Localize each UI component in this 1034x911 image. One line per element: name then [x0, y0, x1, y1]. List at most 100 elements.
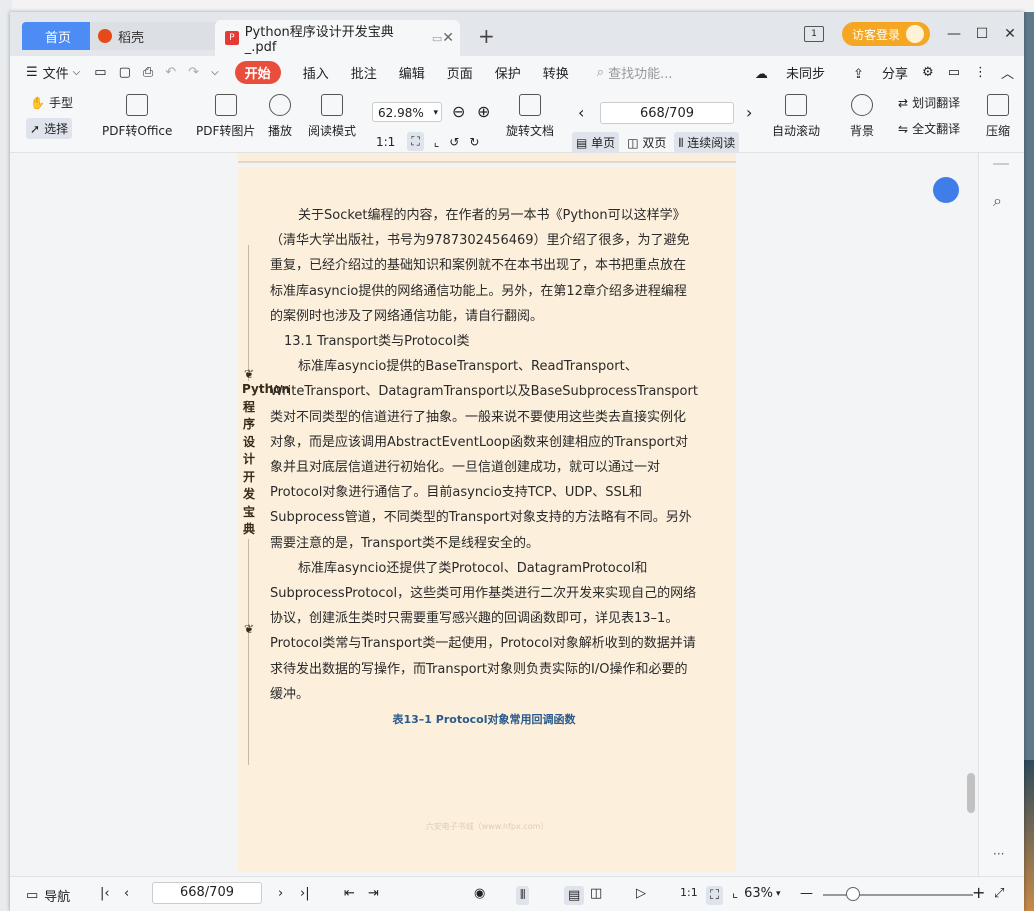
vertical-scrollbar[interactable] [965, 153, 977, 876]
double-page-label: 双页 [642, 136, 667, 150]
maximize-button[interactable]: ☐ [968, 26, 996, 42]
chevron-down-icon: ⌵ [72, 66, 81, 78]
more-icon[interactable]: ⌵ [211, 67, 219, 78]
view-tools: 1:1 ⛶ ⌞ ↺ ↻ [376, 132, 479, 151]
new-tab-button[interactable]: + [478, 24, 495, 48]
prev-page-icon[interactable]: ‹ [124, 886, 129, 901]
page-number-input[interactable]: 668/709 [600, 102, 734, 124]
scrollbar-thumb[interactable] [967, 773, 975, 813]
pdf-to-office-button[interactable]: PDF转Office [102, 94, 172, 139]
select-label: 选择 [44, 122, 69, 136]
continuous-read-button[interactable]: ⫴ 连续阅读 [674, 132, 740, 153]
minimize-button[interactable]: — [940, 26, 968, 42]
zoom-level[interactable]: ⌞ 63% ▾ [732, 886, 781, 901]
rotate-right-icon[interactable]: ↻ [469, 135, 479, 149]
actual-size-icon[interactable]: 1:1 [680, 886, 698, 899]
fit-width-icon[interactable]: ⌞ [434, 135, 440, 149]
forward-icon[interactable]: ⇥ [368, 886, 379, 901]
navigation-button[interactable]: ▭ 导航 [26, 886, 70, 905]
fit-page-icon[interactable]: ⛶ [706, 886, 724, 905]
fullscreen-icon[interactable]: ⤢ [994, 886, 1004, 901]
file-menu-label: 文件 [42, 66, 69, 82]
zoom-level-value: 63% [744, 886, 773, 901]
single-view-icon[interactable]: ▤ [564, 886, 585, 905]
undo-icon[interactable]: ↶ [165, 65, 176, 80]
rotate-left-icon[interactable]: ↺ [449, 135, 459, 149]
tab-pin-icon[interactable]: ▭ [432, 32, 442, 45]
menu-insert[interactable]: 插入 [303, 63, 329, 82]
prev-page-icon[interactable]: ‹ [578, 103, 584, 122]
play-icon[interactable]: ▷ [636, 886, 646, 901]
search-function[interactable]: ⌕ 查找功能... [597, 63, 673, 82]
share-label: 分享 [882, 66, 909, 82]
tab-home[interactable]: 首页 [22, 22, 94, 50]
double-view-icon[interactable]: ◫ [590, 886, 602, 901]
single-page-icon: ▤ [576, 136, 588, 150]
background-button[interactable]: 背景 [850, 94, 874, 139]
rotate-document-button[interactable]: 旋转文档 [506, 94, 554, 139]
menu-convert[interactable]: 转换 [543, 63, 569, 82]
title-bar-controls: 1 访客登录 — ☐ ✕ [803, 12, 1024, 56]
hand-tool[interactable]: ✋ 手型 [30, 94, 73, 111]
window-count-icon[interactable]: 1 [803, 26, 824, 42]
pdf-to-image-button[interactable]: PDF转图片 [196, 94, 255, 139]
floating-tool-button[interactable] [933, 177, 959, 203]
menu-annotate[interactable]: 批注 [351, 63, 377, 82]
document-viewport[interactable]: ❦ Python程序设计开发宝典 ❦ 关于Socket编程的内容，在作者的另一本… [10, 153, 1024, 876]
fit-page-icon[interactable]: ⛶ [407, 132, 424, 151]
open-icon[interactable]: ▭ [94, 65, 106, 80]
more-icon[interactable]: ··· [993, 847, 1004, 861]
menu-page[interactable]: 页面 [447, 63, 473, 82]
more-options-icon[interactable]: ⋮ [974, 65, 987, 80]
eye-icon[interactable]: ◉ [474, 886, 485, 901]
menu-start[interactable]: 开始 [234, 60, 281, 84]
read-mode-button[interactable]: 阅读模式 [308, 94, 356, 139]
zoom-out-icon[interactable]: — [800, 886, 813, 901]
tab-close-icon[interactable]: ✕ [442, 30, 454, 46]
close-button[interactable]: ✕ [996, 26, 1024, 42]
previous-page-edge [238, 153, 736, 163]
collapse-icon[interactable]: ︿ [1001, 63, 1014, 82]
first-page-icon[interactable]: |‹ [100, 886, 110, 901]
single-page-button[interactable]: ▤ 单页 [572, 132, 620, 153]
pdf-to-image-label: PDF转图片 [196, 124, 256, 138]
menu-edit[interactable]: 编辑 [399, 63, 425, 82]
word-translate-button[interactable]: ⇄ 划词翻译 [898, 94, 960, 111]
zoom-out-icon[interactable]: ⊖ [452, 102, 465, 121]
zoom-in-icon[interactable]: ⊕ [477, 102, 490, 121]
sync-status[interactable]: ☁ 未同步 [741, 63, 825, 82]
continuous-view-icon[interactable]: ⫴ [516, 886, 530, 905]
settings-icon[interactable]: ⚙ [922, 65, 934, 80]
zoom-slider-handle[interactable] [846, 887, 860, 901]
print-icon[interactable]: ⎙ [143, 65, 153, 80]
menu-protect[interactable]: 保护 [495, 63, 521, 82]
status-page-input[interactable]: 668/709 [152, 882, 262, 904]
share-button[interactable]: ⇪ 分享 [839, 63, 908, 82]
next-page-icon[interactable]: › [278, 886, 283, 901]
select-tool[interactable]: ➚ 选择 [26, 118, 73, 139]
login-button[interactable]: 访客登录 [841, 22, 930, 46]
play-button[interactable]: 播放 [268, 94, 292, 139]
back-icon[interactable]: ⇤ [344, 886, 355, 901]
double-page-button[interactable]: ◫ 双页 [627, 134, 666, 151]
zoom-in-icon[interactable]: + [972, 883, 985, 902]
redo-icon[interactable]: ↷ [188, 65, 199, 80]
hamburger-icon: ☰ [26, 64, 38, 80]
compress-button[interactable]: 压缩 [986, 94, 1010, 139]
file-menu[interactable]: ☰ 文件 ⌵ [26, 63, 80, 82]
hand-label: 手型 [48, 96, 73, 110]
actual-size-icon[interactable]: 1:1 [376, 135, 395, 149]
last-page-icon[interactable]: ›| [300, 886, 310, 901]
next-page-icon[interactable]: › [746, 103, 752, 122]
play-icon [269, 94, 291, 116]
zoom-select[interactable]: 62.98% ▾ [372, 102, 442, 122]
auto-scroll-button[interactable]: 自动滚动 [772, 94, 820, 139]
save-icon[interactable]: ▢ [119, 65, 131, 80]
tab-document[interactable]: P Python程序设计开发宝典_.pdf ▭ ✕ [215, 20, 460, 56]
search-document-icon[interactable]: ⌕ [993, 191, 1002, 211]
auto-scroll-label: 自动滚动 [772, 124, 821, 138]
full-translate-button[interactable]: ⇋ 全文翻译 [898, 120, 960, 137]
tab-daoke[interactable]: 稻壳 [90, 22, 218, 50]
comment-icon[interactable]: ▭ [948, 65, 960, 80]
tab-document-label: Python程序设计开发宝典_.pdf [244, 25, 394, 55]
